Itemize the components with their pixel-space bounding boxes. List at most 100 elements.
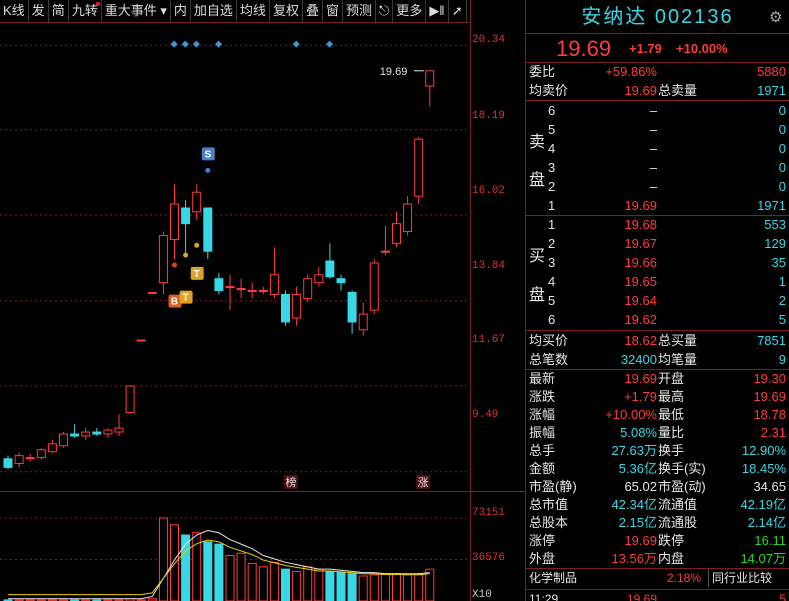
sell-level: 6 [548, 103, 556, 118]
candle[interactable] [425, 70, 435, 107]
candlestick-chart[interactable]: 19.69SB TT榜涨 [0, 23, 470, 491]
total-sell-label: 总卖量 [658, 83, 698, 98]
candle[interactable] [414, 137, 424, 205]
buy-level-row[interactable]: 6 19.62 5 [526, 310, 789, 329]
sell-level-row[interactable]: 5 – 0 [526, 120, 789, 139]
candle[interactable] [125, 384, 135, 415]
toolbar-jiuzhuan[interactable]: 九转 [69, 0, 102, 22]
limit-up-marker-label: 涨 [418, 476, 429, 489]
buy-level-row[interactable]: 2 19.67 129 [526, 234, 789, 253]
stat-value: +1.79 [624, 389, 657, 404]
candle[interactable] [14, 452, 24, 468]
candle[interactable] [70, 424, 80, 438]
candle[interactable] [136, 339, 146, 342]
volume-bar [292, 570, 302, 601]
stat-row: 金额 5.36亿 换手(实) 18.45% [526, 460, 789, 478]
sell-level-row[interactable]: 1 19.69 1971 [526, 196, 789, 215]
candle[interactable] [336, 274, 346, 291]
toolbar-kline[interactable]: K线 [0, 0, 29, 22]
stat-label: 总股本 [529, 515, 569, 530]
industry-compare-button[interactable]: 同行业比较 [708, 569, 775, 587]
candle[interactable] [170, 184, 179, 260]
candle[interactable] [203, 207, 213, 260]
toolbar-predict[interactable]: 预测 [343, 0, 376, 22]
candle[interactable] [181, 200, 191, 256]
buy-level-row[interactable]: 4 19.65 1 [526, 272, 789, 291]
candle[interactable] [81, 428, 91, 440]
toolbar-add-watchlist[interactable]: 加自选 [191, 0, 237, 22]
candle[interactable] [192, 184, 202, 220]
candle[interactable] [358, 302, 368, 336]
candle[interactable] [225, 274, 235, 311]
play-icon[interactable]: ▶‖ [426, 0, 449, 22]
sell-level-row[interactable]: 3 – 0 [526, 158, 789, 177]
candle[interactable] [236, 278, 246, 299]
candle[interactable] [103, 428, 113, 438]
candle-body [325, 260, 335, 278]
event-diamond-icon[interactable] [181, 40, 189, 48]
toolbar-adjust[interactable]: 复权 [270, 0, 303, 22]
toolbar-nei[interactable]: 内 [171, 0, 191, 22]
candle-body [14, 455, 24, 464]
industry-name[interactable]: 化学制品 [529, 569, 577, 588]
lock-icon[interactable]: ⎋ [376, 0, 394, 22]
buy-level-row[interactable]: 3 19.66 35 [526, 253, 789, 272]
event-diamond-icon[interactable] [326, 40, 334, 48]
candle[interactable] [369, 259, 379, 315]
candle[interactable] [281, 290, 290, 326]
toolbar-jian[interactable]: 简 [49, 0, 69, 22]
buy-level: 3 [548, 255, 556, 270]
buy-signal-badge[interactable]: B [168, 294, 182, 308]
candle[interactable] [303, 274, 313, 303]
candle[interactable] [92, 428, 102, 436]
candle[interactable] [114, 414, 124, 436]
candle[interactable] [269, 247, 279, 299]
event-diamond-icon[interactable] [292, 40, 300, 48]
expand-arrow-icon[interactable]: ➚ [449, 0, 467, 22]
toolbar-fa[interactable]: 发 [29, 0, 49, 22]
candle-body [314, 274, 324, 284]
toolbar-ma[interactable]: 均线 [237, 0, 270, 22]
candle[interactable] [347, 290, 357, 334]
event-diamond-icon[interactable] [170, 40, 178, 48]
sell-level-row[interactable]: 4 – 0 [526, 139, 789, 158]
event-diamond-icon[interactable] [215, 40, 223, 48]
sell-level-row[interactable]: 2 – 0 [526, 177, 789, 196]
volume-bar [380, 573, 390, 601]
weibi-row: 委比 +59.86% 5880 [526, 62, 789, 81]
candle[interactable] [403, 196, 413, 236]
candle[interactable] [314, 266, 324, 287]
candle[interactable] [247, 282, 257, 299]
candle[interactable] [3, 455, 13, 470]
toolbar-more[interactable]: 更多 [393, 0, 427, 22]
candle[interactable] [392, 211, 401, 248]
candle[interactable] [47, 439, 57, 454]
candle[interactable] [214, 272, 224, 295]
buy-level-row[interactable]: 1 19.68 553 [526, 215, 789, 234]
sell-level-row[interactable]: 6 – 0 [526, 101, 789, 120]
toolbar-major-events[interactable]: 重大事件 ▾ [102, 0, 171, 22]
limit-up-marker[interactable]: 涨 [416, 475, 430, 489]
candle-body [292, 293, 302, 319]
stat-label: 最新 [529, 371, 556, 386]
toolbar-overlay[interactable]: 叠 [303, 0, 323, 22]
rank-marker[interactable]: 榜 [284, 475, 298, 489]
candle[interactable] [59, 432, 68, 448]
event-diamond-icon[interactable] [192, 40, 200, 48]
gear-icon[interactable]: ⚙ [769, 8, 782, 26]
buy-level-row[interactable]: 5 19.64 2 [526, 291, 789, 310]
candle[interactable] [25, 453, 35, 462]
toolbar-window[interactable]: 窗 [323, 0, 343, 22]
stat-label: 最低 [658, 407, 685, 422]
t-signal-badge[interactable]: T [190, 266, 204, 280]
candle[interactable] [258, 286, 268, 295]
candle[interactable] [158, 231, 168, 295]
candle[interactable] [36, 447, 46, 460]
candle[interactable] [325, 243, 335, 279]
t-signal-badge[interactable]: T [179, 290, 193, 304]
candle[interactable] [147, 291, 157, 294]
volume-chart[interactable] [0, 492, 470, 601]
sell-signal-badge[interactable]: S [201, 147, 215, 161]
candle[interactable] [292, 286, 302, 326]
candle[interactable] [380, 225, 390, 256]
